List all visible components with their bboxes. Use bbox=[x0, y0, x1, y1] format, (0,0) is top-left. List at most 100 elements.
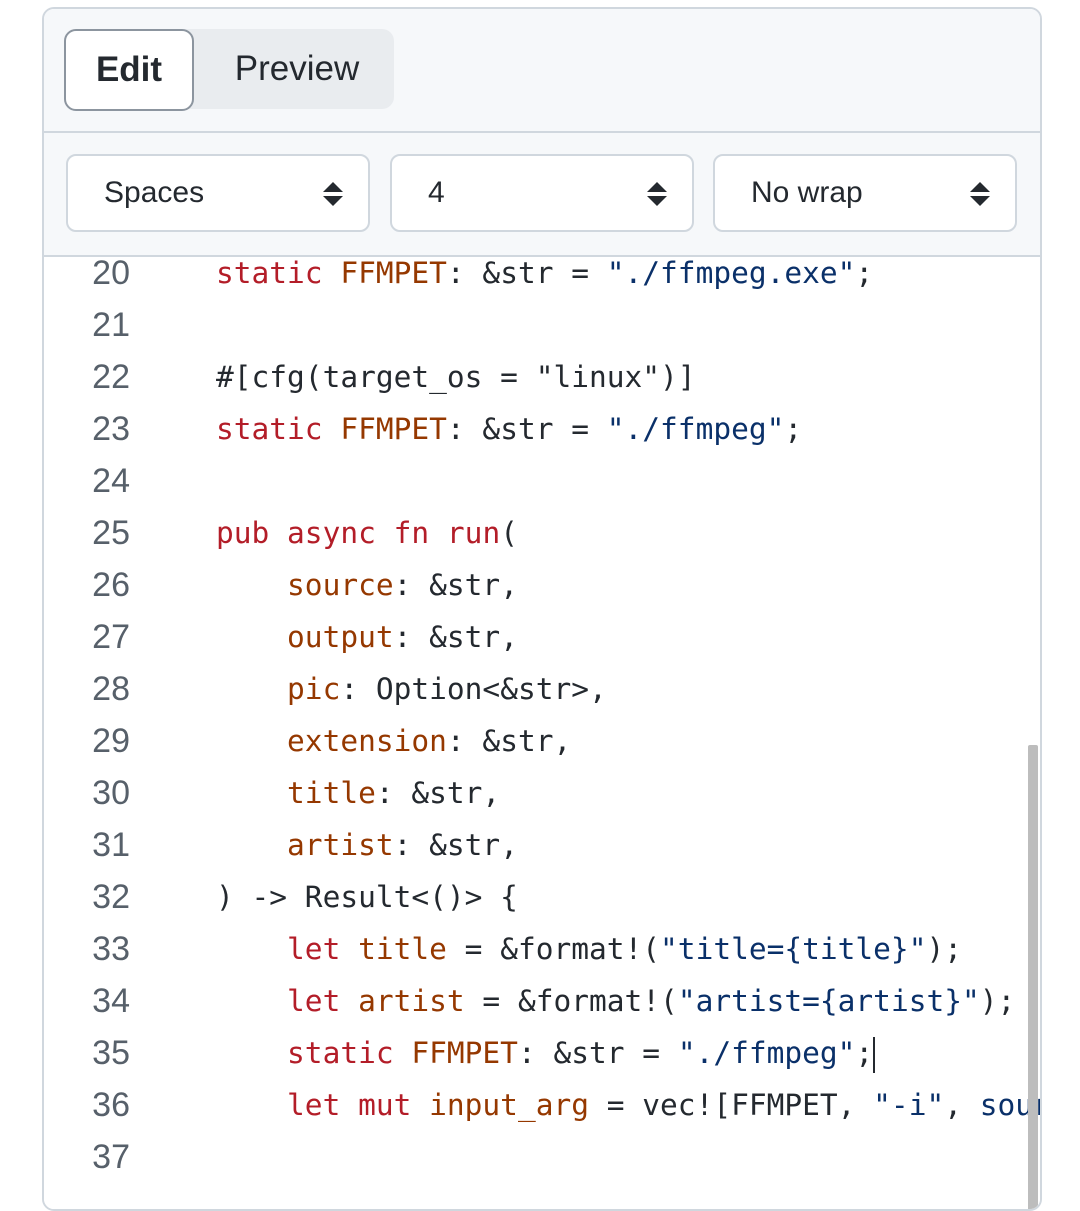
code-token: mut bbox=[358, 1088, 430, 1122]
line-number: 36 bbox=[92, 1086, 130, 1124]
code-text: let mut input_arg = vec![FFMPET, "-i", s… bbox=[216, 1079, 1040, 1131]
code-line[interactable]: 20 static FFMPET: &str = "./ffmpeg.exe"; bbox=[44, 257, 1040, 299]
code-line[interactable]: 27 output: &str, bbox=[44, 611, 1040, 663]
indent-size-value: 4 bbox=[428, 176, 445, 209]
indent-size-select[interactable]: 4 bbox=[390, 154, 694, 232]
code-line[interactable]: 31 artist: &str, bbox=[44, 819, 1040, 871]
line-number: 34 bbox=[92, 982, 130, 1020]
code-token: ); bbox=[979, 984, 1016, 1018]
code-line[interactable]: 28 pic: Option<&str>, bbox=[44, 663, 1040, 715]
code-line[interactable]: 24 bbox=[44, 455, 1040, 507]
code-line[interactable]: 30 title: &str, bbox=[44, 767, 1040, 819]
code-line[interactable]: 36 let mut input_arg = vec![FFMPET, "-i"… bbox=[44, 1079, 1040, 1131]
line-number: 26 bbox=[92, 566, 130, 604]
code-text: static FFMPET: &str = "./ffmpeg.exe"; bbox=[216, 257, 873, 299]
code-line[interactable]: 34 let artist = &format!("artist={artist… bbox=[44, 975, 1040, 1027]
code-text: source: &str, bbox=[216, 559, 518, 611]
code-text: let artist = &format!("artist={artist}")… bbox=[216, 975, 1015, 1027]
code-token: "./ffmpeg" bbox=[677, 1036, 856, 1070]
code-token: : &str = bbox=[446, 257, 607, 290]
code-token: "-i" bbox=[873, 1088, 945, 1122]
code-line[interactable]: 26 source: &str, bbox=[44, 559, 1040, 611]
line-number: 22 bbox=[92, 358, 130, 396]
tab-group: Edit Preview bbox=[64, 29, 394, 111]
code-token: output bbox=[287, 620, 394, 654]
code-token: FFMPET bbox=[411, 1036, 518, 1070]
line-number: 20 bbox=[92, 257, 130, 292]
code-text: static FFMPET: &str = "./ffmpeg"; bbox=[216, 403, 802, 455]
indent-mode-select[interactable]: Spaces bbox=[66, 154, 370, 232]
code-token: : &str, bbox=[393, 828, 518, 862]
code-token: : &str, bbox=[446, 724, 572, 758]
code-token: = &format!( bbox=[464, 984, 678, 1018]
code-token: = &format!( bbox=[446, 932, 661, 966]
select-caret-icon bbox=[647, 182, 667, 206]
line-number: 23 bbox=[92, 410, 130, 448]
text-cursor bbox=[873, 1036, 876, 1073]
line-number: 24 bbox=[92, 462, 130, 500]
code-token: ; bbox=[784, 412, 803, 446]
code-token: source bbox=[287, 568, 394, 602]
line-number: 37 bbox=[92, 1138, 130, 1176]
code-text: title: &str, bbox=[216, 767, 500, 819]
select-caret-icon bbox=[970, 182, 990, 206]
editor-header: Edit Preview bbox=[44, 9, 1040, 133]
code-line[interactable]: 32) -> Result<()> { bbox=[44, 871, 1040, 923]
code-token: : &str, bbox=[393, 568, 518, 602]
code-token: "artist={artist}" bbox=[677, 984, 980, 1018]
code-area[interactable]: 20 static FFMPET: &str = "./ffmpeg.exe"; 2… bbox=[44, 257, 1040, 1209]
code-token: : &str = bbox=[517, 1036, 678, 1070]
code-text: pic: Option<&str>, bbox=[216, 663, 607, 715]
code-editor-panel: Edit Preview Spaces 4 No wrap 20 static … bbox=[42, 7, 1042, 1211]
code-token: ; bbox=[855, 1036, 874, 1070]
code-text: extension: &str, bbox=[216, 715, 571, 767]
indent-mode-value: Spaces bbox=[104, 176, 205, 209]
editor-toolbar: Spaces 4 No wrap bbox=[44, 133, 1040, 257]
vertical-scrollbar[interactable] bbox=[1028, 745, 1038, 1209]
code-token: , bbox=[944, 1088, 980, 1122]
code-line[interactable]: 37 bbox=[44, 1131, 1040, 1183]
code-token: : &str, bbox=[375, 776, 501, 810]
code-line[interactable]: 29 extension: &str, bbox=[44, 715, 1040, 767]
line-number: 21 bbox=[92, 306, 130, 344]
code-text: static FFMPET: &str = "./ffmpeg"; bbox=[216, 1027, 876, 1079]
code-token: : &str, bbox=[393, 620, 518, 654]
code-token: static bbox=[287, 1036, 412, 1070]
code-token: ) -> Result<()> { bbox=[216, 880, 518, 914]
code-line[interactable]: 21 bbox=[44, 299, 1040, 351]
code-token: input_arg bbox=[429, 1088, 589, 1122]
tab-edit[interactable]: Edit bbox=[64, 29, 194, 111]
code-token: "./ffmpeg" bbox=[606, 412, 785, 446]
line-number: 27 bbox=[92, 618, 130, 656]
code-token: ; bbox=[855, 257, 874, 290]
code-line[interactable]: 25 pub async fn run( bbox=[44, 507, 1040, 559]
code-line[interactable]: 22 #[cfg(target_os = "linux")] bbox=[44, 351, 1040, 403]
code-text: ) -> Result<()> { bbox=[216, 871, 518, 923]
code-text: output: &str, bbox=[216, 611, 518, 663]
code-token: ( bbox=[500, 516, 518, 550]
wrap-mode-select[interactable]: No wrap bbox=[713, 154, 1017, 232]
code-line[interactable]: 35 static FFMPET: &str = "./ffmpeg"; bbox=[44, 1027, 1040, 1079]
line-number: 29 bbox=[92, 722, 130, 760]
code-text: #[cfg(target_os = "linux")] bbox=[216, 351, 696, 403]
code-token: artist bbox=[287, 828, 394, 862]
code-line[interactable]: 33 let title = &format!("title={title}")… bbox=[44, 923, 1040, 975]
line-number: 28 bbox=[92, 670, 130, 708]
code-token: extension bbox=[287, 724, 447, 758]
code-token: FFMPET bbox=[340, 412, 447, 446]
wrap-mode-value: No wrap bbox=[751, 176, 863, 209]
code-token: async bbox=[287, 516, 394, 550]
code-text: let title = &format!("title={title}"); bbox=[216, 923, 962, 975]
code-token: title bbox=[287, 776, 376, 810]
code-line[interactable]: 23 static FFMPET: &str = "./ffmpeg"; bbox=[44, 403, 1040, 455]
code-token: ); bbox=[926, 932, 962, 966]
tab-preview[interactable]: Preview bbox=[204, 29, 390, 109]
code-token: artist bbox=[358, 984, 465, 1018]
